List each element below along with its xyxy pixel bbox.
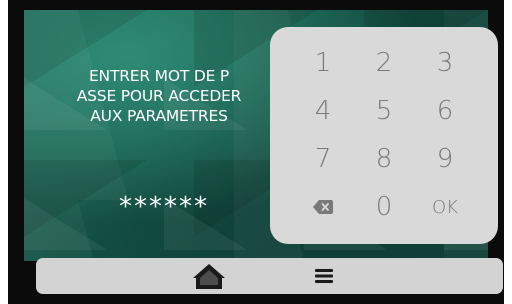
- key-7[interactable]: 7: [292, 135, 354, 183]
- key-4[interactable]: 4: [292, 87, 354, 135]
- prompt-line-1: ENTRER MOT DE P: [88, 67, 230, 85]
- key-8[interactable]: 8: [353, 135, 415, 183]
- menu-button[interactable]: [297, 258, 351, 294]
- password-field[interactable]: ******: [84, 192, 244, 222]
- key-6[interactable]: 6: [414, 87, 476, 135]
- key-0[interactable]: 0: [353, 183, 415, 231]
- menu-icon: [315, 269, 333, 283]
- password-prompt: ENTRER MOT DE P ASSE POUR ACCEDER AUX PA…: [44, 66, 274, 126]
- key-9[interactable]: 9: [414, 135, 476, 183]
- bottom-nav-bar: [36, 258, 503, 294]
- key-3[interactable]: 3: [414, 39, 476, 87]
- key-2[interactable]: 2: [353, 39, 415, 87]
- home-icon: [193, 264, 225, 289]
- backspace-icon: [313, 200, 333, 214]
- numeric-keypad: 1 2 3 4 5 6 7 8 9 0 OK: [270, 27, 498, 244]
- ok-button[interactable]: OK: [414, 183, 476, 231]
- prompt-line-2: ASSE POUR ACCEDER: [76, 87, 242, 105]
- device-screen: ENTRER MOT DE P ASSE POUR ACCEDER AUX PA…: [8, 0, 504, 304]
- prompt-line-3: AUX PARAMETRES: [90, 107, 228, 125]
- home-button[interactable]: [182, 258, 236, 294]
- key-1[interactable]: 1: [292, 39, 354, 87]
- backspace-button[interactable]: [292, 183, 354, 231]
- key-5[interactable]: 5: [353, 87, 415, 135]
